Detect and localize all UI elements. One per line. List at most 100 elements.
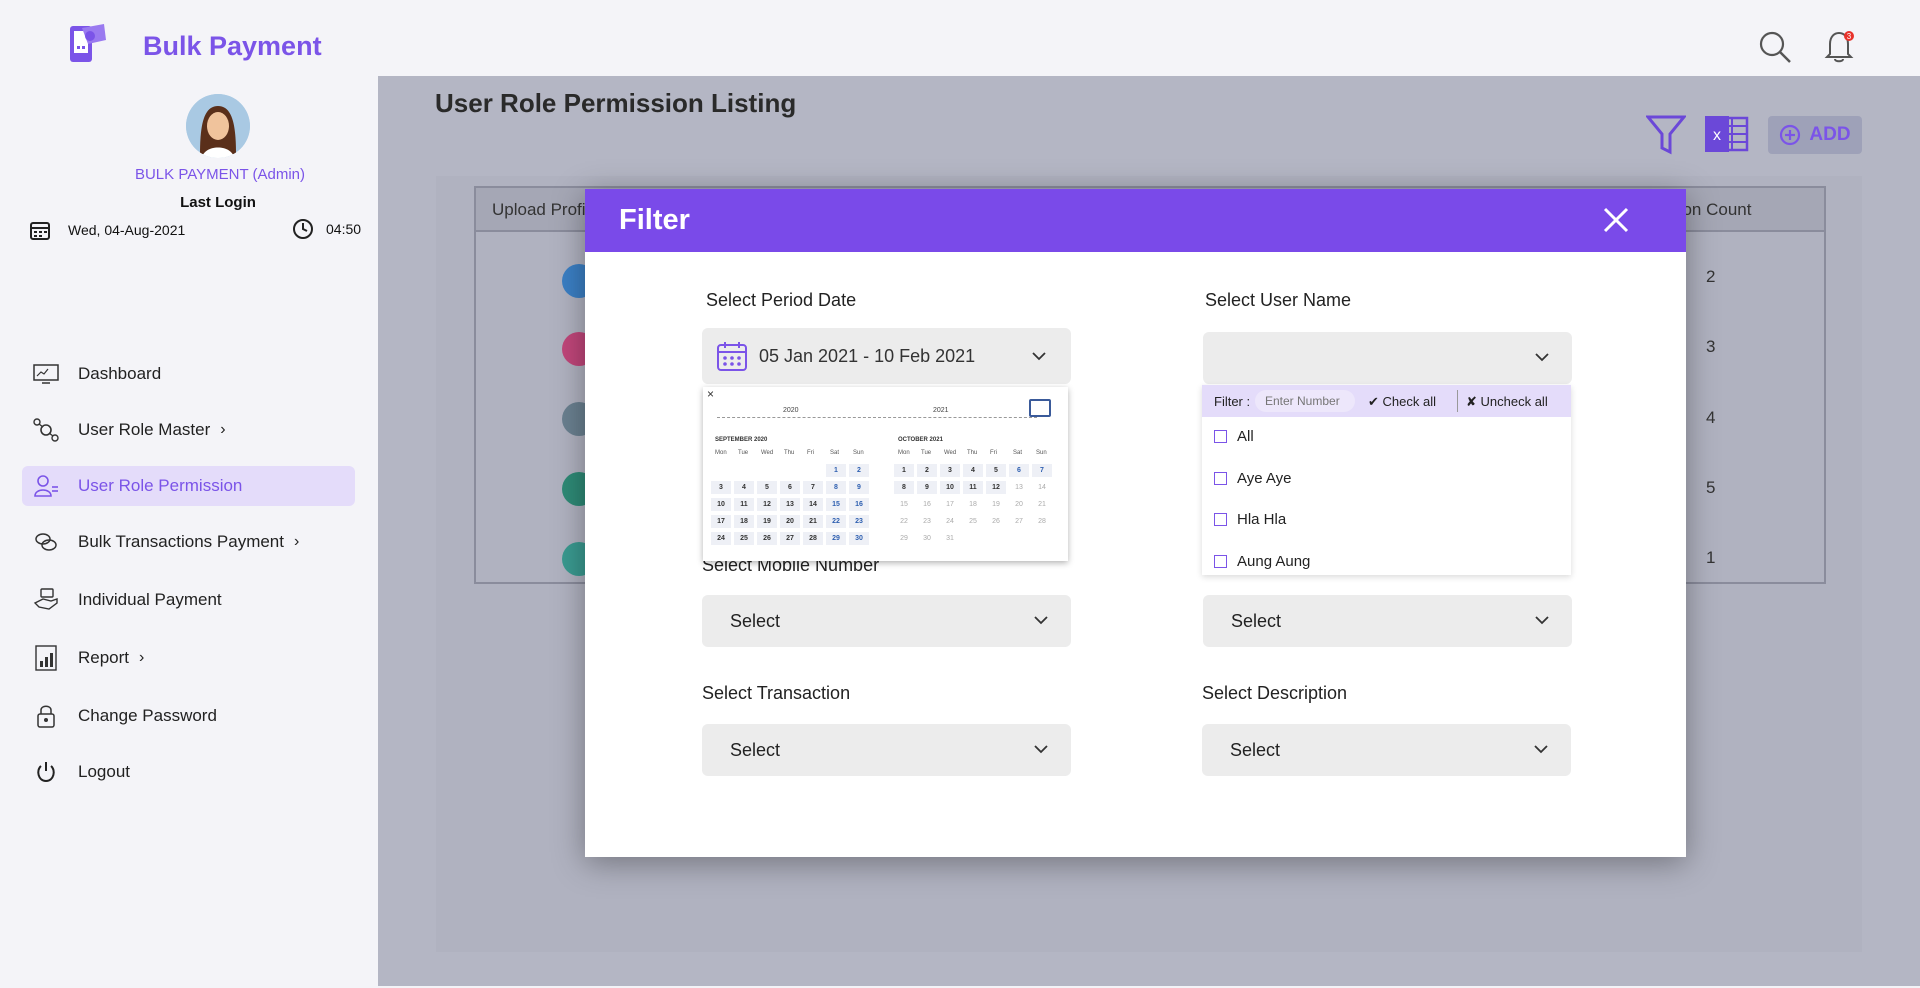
- calendar-day[interactable]: 31: [940, 532, 960, 545]
- calendar-day[interactable]: 5: [757, 481, 777, 494]
- calendar-day[interactable]: 15: [894, 498, 914, 511]
- dropdown-option[interactable]: Hla Hla: [1214, 511, 1286, 528]
- calendar-close-icon[interactable]: ×: [707, 387, 714, 401]
- period-date-picker[interactable]: 05 Jan 2021 - 10 Feb 2021: [702, 328, 1071, 384]
- sidebar-item-report[interactable]: Report ›: [22, 638, 355, 678]
- calendar-day[interactable]: 17: [711, 515, 731, 528]
- calendar-day[interactable]: 8: [894, 481, 914, 494]
- calendar-day[interactable]: 16: [917, 498, 937, 511]
- calendar-day[interactable]: 12: [757, 498, 777, 511]
- calendar-day[interactable]: 16: [849, 498, 869, 511]
- mobile-number-select[interactable]: Select: [702, 595, 1071, 647]
- dropdown-option[interactable]: Aye Aye: [1214, 470, 1292, 487]
- calendar-day[interactable]: 7: [1032, 464, 1052, 477]
- calendar-day[interactable]: 24: [711, 532, 731, 545]
- bell-icon[interactable]: 3: [1822, 28, 1856, 64]
- transaction-select[interactable]: Select: [702, 724, 1071, 776]
- calendar-day[interactable]: 21: [1032, 498, 1052, 511]
- calendar-popup: × 2020 2021 SEPTEMBER 2020 OCTOBER 2021 …: [703, 387, 1068, 561]
- calendar-day[interactable]: 9: [917, 481, 937, 494]
- calendar-day[interactable]: 13: [1009, 481, 1029, 494]
- calendar-day[interactable]: 14: [803, 498, 823, 511]
- lock-icon: [32, 702, 60, 730]
- sidebar-item-change-password[interactable]: Change Password: [22, 696, 355, 736]
- check-all-button[interactable]: ✔ Check all: [1368, 394, 1436, 410]
- sidebar-item-bulk-transactions[interactable]: Bulk Transactions Payment ›: [22, 522, 355, 562]
- description-select[interactable]: Select: [1202, 724, 1571, 776]
- calendar-day[interactable]: 30: [849, 532, 869, 545]
- calendar-day[interactable]: 27: [780, 532, 800, 545]
- calendar-day[interactable]: 6: [780, 481, 800, 494]
- calendar-day[interactable]: 4: [963, 464, 983, 477]
- period-date-value: 05 Jan 2021 - 10 Feb 2021: [759, 346, 976, 366]
- calendar-day[interactable]: 7: [803, 481, 823, 494]
- calendar-year-left[interactable]: 2020: [783, 407, 799, 414]
- calendar-day[interactable]: 4: [734, 481, 754, 494]
- add-button[interactable]: ADD: [1768, 116, 1862, 154]
- calendar-day[interactable]: 12: [986, 481, 1006, 494]
- calendar-day[interactable]: 14: [1032, 481, 1052, 494]
- uncheck-all-button[interactable]: ✘ Uncheck all: [1466, 394, 1548, 410]
- dropdown-filter-input[interactable]: [1255, 390, 1355, 412]
- column-header: Upload Profi: [492, 200, 586, 219]
- calendar-day[interactable]: 1: [826, 464, 846, 477]
- checkbox[interactable]: [1214, 513, 1227, 526]
- second-select[interactable]: Select: [1203, 595, 1572, 647]
- calendar-day[interactable]: 29: [826, 532, 846, 545]
- calendar-day[interactable]: 3: [940, 464, 960, 477]
- calendar-day[interactable]: 26: [986, 515, 1006, 528]
- calendar-day[interactable]: 15: [826, 498, 846, 511]
- calendar-day[interactable]: 3: [711, 481, 731, 494]
- calendar-day[interactable]: 2: [917, 464, 937, 477]
- calendar-day[interactable]: 22: [894, 515, 914, 528]
- calendar-day[interactable]: 18: [963, 498, 983, 511]
- calendar-day[interactable]: 17: [940, 498, 960, 511]
- calendar-day[interactable]: 20: [780, 515, 800, 528]
- checkbox[interactable]: [1214, 555, 1227, 568]
- close-icon[interactable]: [1601, 205, 1631, 235]
- calendar-day[interactable]: 25: [963, 515, 983, 528]
- calendar-day[interactable]: 11: [963, 481, 983, 494]
- calendar-day[interactable]: 28: [803, 532, 823, 545]
- calendar-day[interactable]: 6: [1009, 464, 1029, 477]
- dropdown-option[interactable]: All: [1214, 428, 1254, 445]
- excel-icon[interactable]: x: [1703, 114, 1749, 154]
- calendar-day[interactable]: 21: [803, 515, 823, 528]
- calendar-day[interactable]: 11: [734, 498, 754, 511]
- calendar-day[interactable]: 24: [940, 515, 960, 528]
- calendar-day[interactable]: 28: [1032, 515, 1052, 528]
- calendar-day[interactable]: 8: [826, 481, 846, 494]
- search-icon[interactable]: [1758, 30, 1792, 64]
- calendar-day[interactable]: 18: [734, 515, 754, 528]
- calendar-day[interactable]: 13: [780, 498, 800, 511]
- dropdown-option[interactable]: Aung Aung: [1214, 553, 1310, 570]
- sidebar-item-dashboard[interactable]: Dashboard: [22, 354, 355, 394]
- calendar-year-right[interactable]: 2021: [933, 407, 949, 414]
- calendar-day[interactable]: 22: [826, 515, 846, 528]
- calendar-day[interactable]: 26: [757, 532, 777, 545]
- checkbox[interactable]: [1214, 472, 1227, 485]
- sidebar-item-user-role-master[interactable]: User Role Master ›: [22, 410, 355, 450]
- calendar-day[interactable]: 2: [849, 464, 869, 477]
- calendar-day[interactable]: 29: [894, 532, 914, 545]
- calendar-toggle-icon[interactable]: [1029, 399, 1051, 417]
- sidebar-item-individual-payment[interactable]: Individual Payment: [22, 580, 355, 620]
- calendar-day[interactable]: 5: [986, 464, 1006, 477]
- calendar-day[interactable]: 25: [734, 532, 754, 545]
- calendar-day[interactable]: 20: [1009, 498, 1029, 511]
- calendar-day[interactable]: 10: [940, 481, 960, 494]
- funnel-icon[interactable]: [1646, 114, 1686, 156]
- calendar-day[interactable]: 23: [917, 515, 937, 528]
- calendar-day[interactable]: 1: [894, 464, 914, 477]
- calendar-day[interactable]: 19: [986, 498, 1006, 511]
- calendar-day[interactable]: 30: [917, 532, 937, 545]
- calendar-day[interactable]: 19: [757, 515, 777, 528]
- calendar-day[interactable]: 23: [849, 515, 869, 528]
- sidebar-item-logout[interactable]: Logout: [22, 752, 355, 792]
- sidebar-item-user-role-permission[interactable]: User Role Permission: [22, 466, 355, 506]
- calendar-day[interactable]: 27: [1009, 515, 1029, 528]
- calendar-day[interactable]: 9: [849, 481, 869, 494]
- checkbox[interactable]: [1214, 430, 1227, 443]
- user-name-select[interactable]: [1203, 332, 1572, 384]
- calendar-day[interactable]: 10: [711, 498, 731, 511]
